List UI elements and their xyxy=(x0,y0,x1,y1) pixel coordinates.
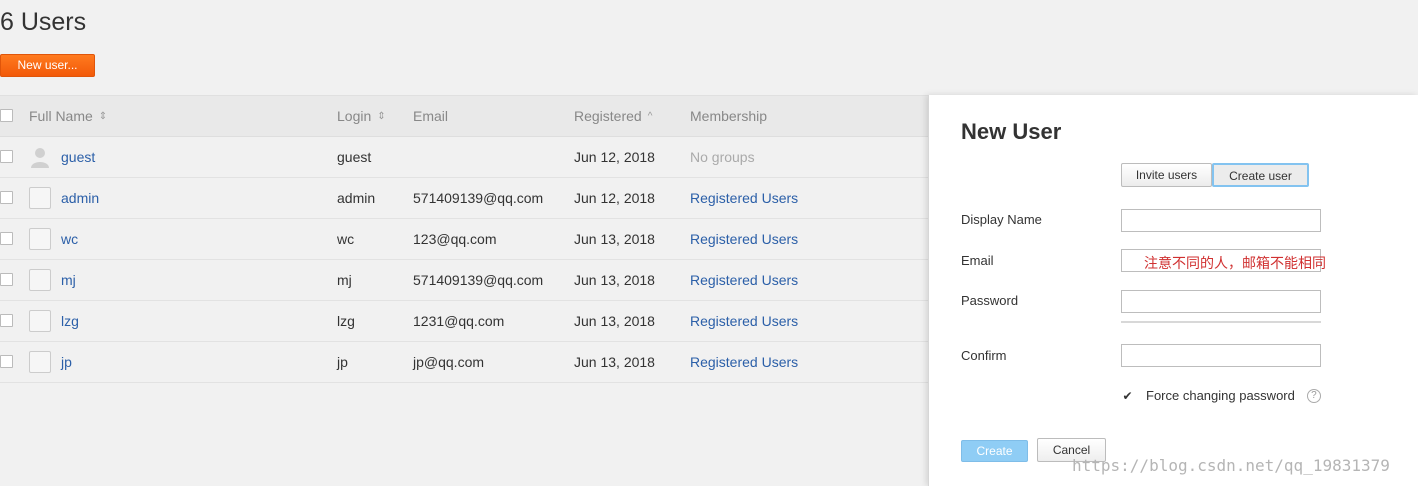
user-login: wc xyxy=(337,231,355,247)
column-membership: Membership xyxy=(690,108,768,124)
user-login: lzg xyxy=(337,313,355,329)
row-checkbox[interactable] xyxy=(0,191,13,204)
new-user-panel: New User Invite users Create user Displa… xyxy=(928,95,1418,486)
select-all-checkbox[interactable] xyxy=(0,109,13,122)
user-name-link[interactable]: jp xyxy=(61,354,72,370)
column-email[interactable]: Email xyxy=(413,96,448,136)
password-strength-bar xyxy=(1121,321,1321,323)
user-membership-link[interactable]: Registered Users xyxy=(690,301,798,341)
row-checkbox[interactable] xyxy=(0,355,13,368)
user-name-link[interactable]: lzg xyxy=(61,313,79,329)
user-name-link[interactable]: wc xyxy=(61,231,78,247)
table-row[interactable]: wc wc 123@qq.com Jun 13, 2018 Registered… xyxy=(0,219,928,260)
user-registered: Jun 12, 2018 xyxy=(574,149,655,165)
sort-icon: ⇕ xyxy=(98,110,108,122)
table-row[interactable]: mj mj 571409139@qq.com Jun 13, 2018 Regi… xyxy=(0,260,928,301)
row-checkbox[interactable] xyxy=(0,273,13,286)
create-button[interactable]: Create xyxy=(961,440,1028,462)
column-registered[interactable]: Registered ^ xyxy=(574,96,652,136)
display-name-input[interactable] xyxy=(1121,209,1321,232)
table-row[interactable]: jp jp jp@qq.com Jun 13, 2018 Registered … xyxy=(0,342,928,383)
help-icon[interactable]: ? xyxy=(1306,388,1321,403)
row-checkbox[interactable] xyxy=(0,232,13,245)
user-registered: Jun 13, 2018 xyxy=(574,272,655,288)
sort-ascending-icon: ^ xyxy=(647,110,653,122)
user-registered: Jun 13, 2018 xyxy=(574,231,655,247)
avatar xyxy=(29,310,51,332)
user-email: 571409139@qq.com xyxy=(413,190,544,206)
table-row[interactable]: admin admin 571409139@qq.com Jun 12, 201… xyxy=(0,178,928,219)
user-email: 123@qq.com xyxy=(413,231,497,247)
avatar xyxy=(29,351,51,373)
new-user-button[interactable]: New user... xyxy=(0,54,95,77)
table-header: Full Name ⇕ Login ⇕ Email Registered ^ M… xyxy=(0,95,928,137)
avatar xyxy=(29,187,51,209)
confirm-label: Confirm xyxy=(961,348,1007,363)
avatar xyxy=(29,269,51,291)
create-user-tab[interactable]: Create user xyxy=(1212,163,1309,187)
display-name-label: Display Name xyxy=(961,212,1042,227)
user-registered: Jun 13, 2018 xyxy=(574,354,655,370)
avatar xyxy=(29,228,51,250)
user-membership-link[interactable]: Registered Users xyxy=(690,260,798,300)
user-membership-link[interactable]: Registered Users xyxy=(690,342,798,382)
user-email: 1231@qq.com xyxy=(413,313,505,329)
force-password-label: Force changing password xyxy=(1146,388,1295,403)
user-name-link[interactable]: guest xyxy=(61,149,95,165)
guest-avatar-icon xyxy=(29,146,51,168)
user-membership: No groups xyxy=(690,149,755,165)
password-input[interactable] xyxy=(1121,290,1321,313)
user-name-link[interactable]: mj xyxy=(61,272,76,288)
panel-title: New User xyxy=(961,119,1062,144)
row-checkbox[interactable] xyxy=(0,150,13,163)
users-table: Full Name ⇕ Login ⇕ Email Registered ^ M… xyxy=(0,95,928,383)
user-login: mj xyxy=(337,272,352,288)
user-membership-link[interactable]: Registered Users xyxy=(690,178,798,218)
user-registered: Jun 12, 2018 xyxy=(574,190,655,206)
user-registered: Jun 13, 2018 xyxy=(574,313,655,329)
invite-users-tab[interactable]: Invite users xyxy=(1121,163,1212,187)
table-row[interactable]: guest guest Jun 12, 2018 No groups xyxy=(0,137,928,178)
page-title: 6 Users xyxy=(0,8,87,36)
table-row[interactable]: lzg lzg 1231@qq.com Jun 13, 2018 Registe… xyxy=(0,301,928,342)
user-login: admin xyxy=(337,190,376,206)
row-checkbox[interactable] xyxy=(0,314,13,327)
user-login: jp xyxy=(337,354,348,370)
column-login[interactable]: Login ⇕ xyxy=(337,96,386,136)
sort-icon: ⇕ xyxy=(377,110,386,122)
user-login: guest xyxy=(337,149,372,165)
column-full-name[interactable]: Full Name ⇕ xyxy=(29,96,107,136)
force-password-change-option[interactable]: ✔ Force changing password ? xyxy=(1121,388,1321,403)
user-email: 571409139@qq.com xyxy=(413,272,544,288)
email-label: Email xyxy=(961,253,994,268)
watermark: https://blog.csdn.net/qq_19831379 xyxy=(1072,456,1390,475)
email-annotation: 注意不同的人，邮箱不能相同 xyxy=(1144,256,1326,272)
user-name-link[interactable]: admin xyxy=(61,190,99,206)
confirm-input[interactable] xyxy=(1121,344,1321,367)
user-membership-link[interactable]: Registered Users xyxy=(690,219,798,259)
password-label: Password xyxy=(961,293,1019,308)
checkbox-checked-icon[interactable]: ✔ xyxy=(1121,389,1134,403)
user-email: jp@qq.com xyxy=(413,354,485,370)
